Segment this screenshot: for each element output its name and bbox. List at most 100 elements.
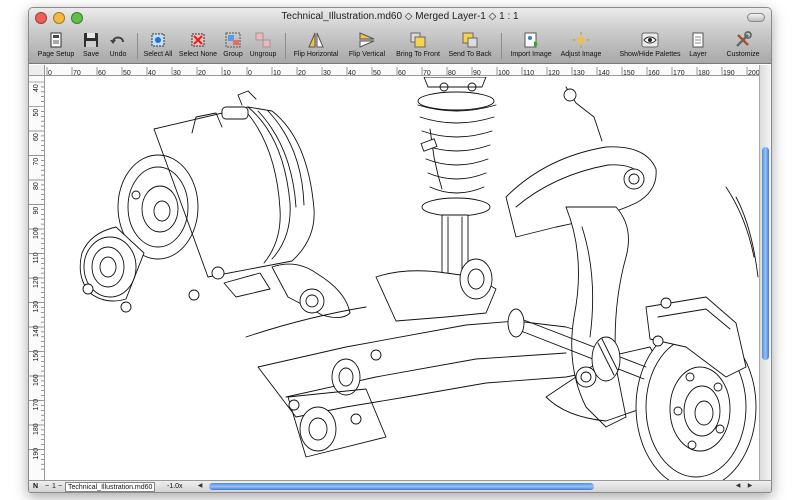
layer-button[interactable]: Layer xyxy=(685,29,711,63)
document-name: Technical_Illustration.md60 xyxy=(65,482,156,492)
bring-to-front-label: Bring To Front xyxy=(396,51,440,58)
toolbar: Page Setup Save Undo Select All Select N… xyxy=(29,28,771,64)
toolbar-separator xyxy=(137,33,138,59)
scroll-left-icon[interactable]: ◀ xyxy=(733,482,743,491)
layer-icon xyxy=(692,32,704,48)
vertical-ruler-label: 40 xyxy=(33,84,40,92)
show-hide-palettes-button[interactable]: Show/Hide Palettes xyxy=(617,29,683,63)
ruler-corner xyxy=(29,65,45,76)
vertical-ruler-label: 50 xyxy=(33,109,40,117)
select-all-label: Select All xyxy=(143,51,173,58)
flip-horizontal-icon xyxy=(308,32,324,48)
zoom-level[interactable]: -1.0x xyxy=(167,482,183,492)
horizontal-ruler-label: 140 xyxy=(598,70,610,76)
vertical-ruler-label: 80 xyxy=(33,182,40,190)
app-window: Technical_Illustration.md60 ◇ Merged Lay… xyxy=(28,7,772,493)
toolbar-separator xyxy=(285,33,286,59)
group-icon xyxy=(225,32,241,48)
import-image-label: Import Image xyxy=(510,51,552,58)
horizontal-ruler-label: 180 xyxy=(698,70,710,76)
horizontal-ruler-scale: 0 70 60 50 40 30 20 10 0 10 20 30 40 50 60 70 80 90 100 110… xyxy=(46,67,759,76)
horizontal-ruler-label: 190 xyxy=(723,70,735,76)
window-title: Technical_Illustration.md60 ◇ Merged Lay… xyxy=(281,11,519,22)
eye-icon xyxy=(641,32,659,48)
vertical-scroll-thumb[interactable] xyxy=(762,147,769,360)
group-label: Group xyxy=(223,51,243,58)
flip-horizontal-button[interactable]: Flip Horizontal xyxy=(291,29,341,63)
horizontal-ruler-label: 70 xyxy=(73,70,81,76)
horizontal-ruler-label: 20 xyxy=(298,70,306,76)
vertical-scrollbar[interactable] xyxy=(759,65,771,480)
select-all-button[interactable]: Select All xyxy=(141,29,175,63)
horizontal-ruler-label: 40 xyxy=(148,70,156,76)
scroll-right-icon[interactable]: ▶ xyxy=(745,482,755,491)
send-to-back-label: Send To Back xyxy=(448,51,492,58)
flip-vertical-label: Flip Vertical xyxy=(348,51,386,58)
vertical-ruler-label: 90 xyxy=(33,207,40,215)
horizontal-ruler-label: 80 xyxy=(448,70,456,76)
flip-vertical-button[interactable]: Flip Vertical xyxy=(345,29,389,63)
vertical-ruler-scale: 4050607080901001101201301401501601701801… xyxy=(29,81,44,470)
horizontal-ruler-label: 100 xyxy=(498,70,510,76)
page-increment-button[interactable]: − xyxy=(58,482,62,492)
flip-horizontal-label: Flip Horizontal xyxy=(293,51,339,58)
horizontal-ruler-label: 50 xyxy=(373,70,381,76)
ungroup-icon xyxy=(255,32,271,48)
page-decrement-button[interactable]: − xyxy=(45,482,49,492)
page-number: 1 xyxy=(52,483,56,490)
horizontal-ruler-label: 130 xyxy=(573,70,585,76)
layer-label: Layer xyxy=(689,51,707,58)
undo-arrow-icon xyxy=(110,36,124,44)
horizontal-ruler-label: 40 xyxy=(348,70,356,76)
undo-label: Undo xyxy=(109,51,127,58)
horizontal-ruler-label: 200 xyxy=(748,70,759,76)
horizontal-ruler-label: 110 xyxy=(523,70,534,76)
import-image-button[interactable]: Import Image xyxy=(507,29,555,63)
group-button[interactable]: Group xyxy=(221,29,245,63)
horizontal-ruler-label: 150 xyxy=(623,70,635,76)
title-bar[interactable]: Technical_Illustration.md60 ◇ Merged Lay… xyxy=(29,8,771,28)
send-to-back-button[interactable]: Send To Back xyxy=(447,29,493,63)
page-setup-icon xyxy=(50,32,62,48)
bring-to-front-button[interactable]: Bring To Front xyxy=(393,29,443,63)
adjust-image-button[interactable]: Adjust Image xyxy=(557,29,605,63)
horizontal-ruler-label: 60 xyxy=(98,70,106,76)
horizontal-ruler-label: 160 xyxy=(648,70,660,76)
adjust-image-label: Adjust Image xyxy=(560,51,602,58)
horizontal-ruler-label: 30 xyxy=(323,70,331,76)
toolbar-separator xyxy=(501,33,502,59)
import-image-icon xyxy=(524,32,538,48)
select-none-icon xyxy=(191,33,205,47)
horizontal-ruler-label: 10 xyxy=(273,70,281,76)
page-setup-button[interactable]: Page Setup xyxy=(37,29,75,63)
horizontal-ruler-label: 60 xyxy=(398,70,406,76)
scroll-left-icon[interactable]: ◀ xyxy=(195,482,205,491)
flip-vertical-icon xyxy=(359,32,375,48)
customize-button[interactable]: Customize xyxy=(723,29,763,63)
adjust-image-icon xyxy=(573,32,589,48)
horizontal-ruler-label: 0 xyxy=(48,70,52,76)
show-hide-palettes-label: Show/Hide Palettes xyxy=(619,51,681,58)
horizontal-scroll-thumb[interactable] xyxy=(209,483,594,490)
technical-illustration-artwork[interactable] xyxy=(46,76,759,490)
horizontal-ruler: 0 70 60 50 40 30 20 10 0 10 20 30 40 50 60 70 80 90 100 110… xyxy=(45,65,759,76)
select-all-icon xyxy=(151,33,165,47)
ungroup-button[interactable]: Ungroup xyxy=(247,29,279,63)
drawing-canvas[interactable] xyxy=(46,76,759,490)
toolbar-toggle-button[interactable] xyxy=(747,13,765,22)
save-button[interactable]: Save xyxy=(79,29,103,63)
brake-rotor-drawing[interactable] xyxy=(635,186,759,490)
floppy-disk-icon xyxy=(84,33,98,47)
page-setup-label: Page Setup xyxy=(37,51,75,58)
send-to-back-icon xyxy=(462,32,478,48)
edit-mode-indicator[interactable]: N xyxy=(33,482,38,492)
horizontal-ruler-label: 90 xyxy=(473,70,481,76)
bring-to-front-icon xyxy=(410,32,426,48)
customize-tools-icon xyxy=(736,31,752,47)
horizontal-ruler-label: 0 xyxy=(248,70,252,76)
starter-motor-drawing[interactable] xyxy=(79,90,351,318)
undo-button[interactable]: Undo xyxy=(105,29,131,63)
select-none-button[interactable]: Select None xyxy=(177,29,219,63)
save-label: Save xyxy=(83,51,99,58)
horizontal-ruler-label: 10 xyxy=(223,70,231,76)
